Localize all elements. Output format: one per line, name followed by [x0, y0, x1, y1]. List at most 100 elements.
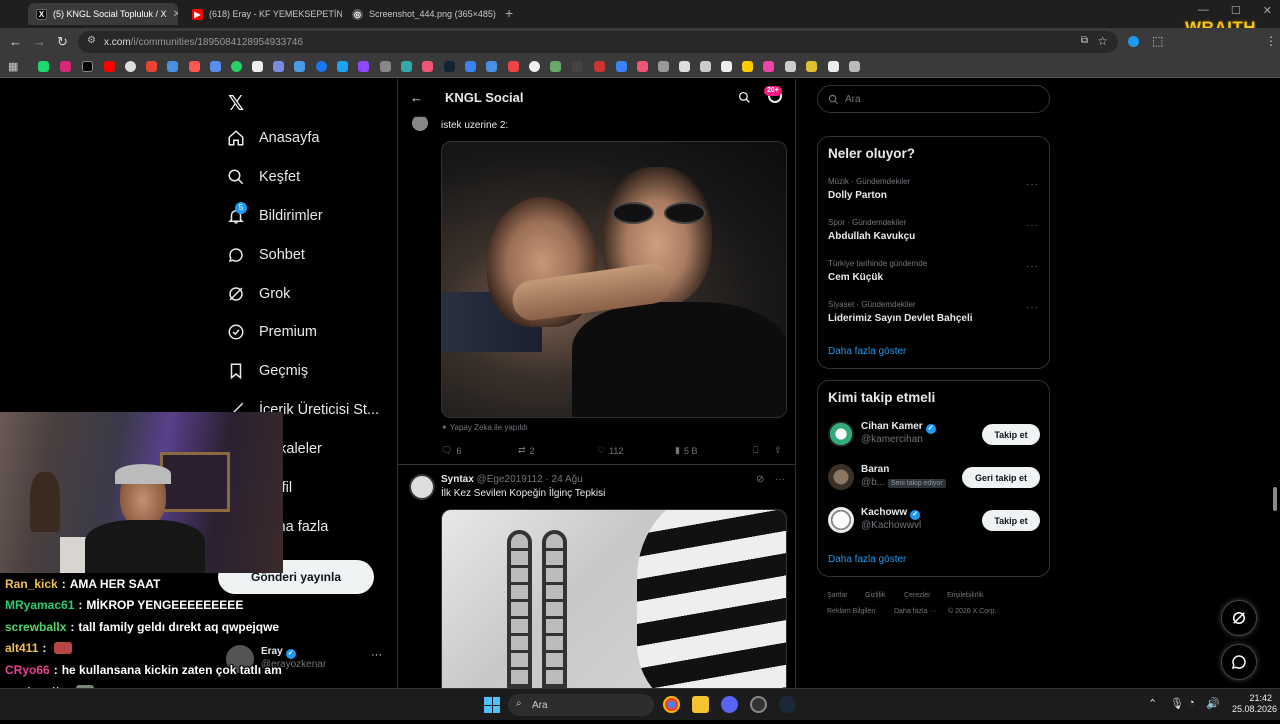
tab-knglsocial[interactable]: X (5) KNGL Social Topluluk / X ✕	[28, 3, 178, 25]
back-icon[interactable]: ←	[9, 34, 22, 49]
follow-button[interactable]: Takip et	[982, 424, 1040, 445]
bookmark-icon[interactable]	[785, 61, 796, 72]
bookmark-icon[interactable]	[658, 61, 669, 72]
post-image[interactable]	[441, 509, 787, 699]
bookmark-icon[interactable]	[210, 61, 221, 72]
sidebar-item-home[interactable]: Anasayfa	[227, 129, 319, 147]
close-tab-icon[interactable]: ✕	[173, 9, 178, 20]
reply-button[interactable]: 🗨6	[441, 445, 461, 456]
sidebar-item-bookmarks[interactable]: Geçmiş	[227, 362, 308, 380]
bookmark-icon[interactable]	[380, 61, 391, 72]
maximize-icon[interactable]: ☐	[1231, 4, 1241, 17]
bookmark-icon[interactable]	[742, 61, 753, 72]
footer-link[interactable]: Gizlilik	[865, 592, 885, 599]
new-tab-button[interactable]: +	[505, 5, 513, 21]
show-more-link[interactable]: Daha fazla göster	[828, 554, 906, 565]
tray-chevron-icon[interactable]: ⌃	[1148, 697, 1157, 710]
discord-icon[interactable]	[721, 696, 738, 713]
minimize-icon[interactable]: —	[1198, 4, 1209, 17]
repost-button[interactable]: ⇄2	[518, 445, 535, 456]
microphone-icon[interactable]: 🎙	[1170, 697, 1184, 710]
footer-link[interactable]: Daha fazla ···	[894, 608, 936, 615]
x-logo-icon[interactable]: 𝕏	[228, 91, 244, 115]
trend-item[interactable]: Türkiye tarihinde gündemdeCem Küçük	[828, 259, 927, 283]
like-button[interactable]: ♡112	[597, 445, 623, 456]
sidebar-item-chat[interactable]: Sohbet	[227, 246, 305, 264]
bookmark-icon[interactable]	[422, 61, 433, 72]
bookmark-icon[interactable]	[529, 61, 540, 72]
search-icon[interactable]	[738, 91, 751, 104]
bookmark-icon[interactable]	[806, 61, 817, 72]
grok-icon[interactable]: ⊘	[756, 474, 764, 485]
menu-icon[interactable]: ⋮	[1265, 34, 1277, 48]
star-icon[interactable]: ☆	[1097, 34, 1108, 48]
forward-icon[interactable]: →	[33, 34, 46, 49]
footer-link[interactable]: Erişilebilirlik	[947, 592, 984, 599]
apps-grid-icon[interactable]: ▦	[8, 60, 18, 73]
sidebar-item-premium[interactable]: Premium	[227, 323, 317, 341]
bookmark-icon[interactable]	[700, 61, 711, 72]
bookmark-icon[interactable]	[38, 61, 49, 72]
follow-back-button[interactable]: Geri takip et	[962, 467, 1040, 488]
bookmark-icon[interactable]	[763, 61, 774, 72]
avatar[interactable]	[409, 474, 435, 500]
bookmark-icon[interactable]: ⎕	[753, 445, 758, 456]
url-field[interactable]: ⚙ x.com/i/communities/189508412895493374…	[78, 31, 1118, 53]
bookmark-icon[interactable]	[721, 61, 732, 72]
clock[interactable]: 21:42 25.08.2026	[1232, 693, 1272, 715]
more-icon[interactable]: ···	[371, 649, 382, 661]
more-icon[interactable]: ···	[1026, 179, 1039, 190]
post-image[interactable]	[441, 141, 787, 418]
suggested-user[interactable]: Baran @b... Seni takip ediyor Geri takip…	[828, 462, 1040, 494]
volume-icon[interactable]: 🔊	[1206, 697, 1220, 710]
bookmark-icon[interactable]	[273, 61, 284, 72]
show-more-link[interactable]: Daha fazla göster	[828, 346, 906, 357]
follow-button[interactable]: Takip et	[982, 510, 1040, 531]
bookmark-icon[interactable]	[637, 61, 648, 72]
bookmark-icon[interactable]	[444, 61, 455, 72]
page-scrollbar[interactable]	[1273, 487, 1277, 511]
sidebar-item-grok[interactable]: Grok	[227, 285, 290, 303]
bookmark-icon[interactable]	[189, 61, 200, 72]
suggested-user[interactable]: Kachoww✓ @Kachowwvl Takip et	[828, 505, 1040, 537]
extensions-puzzle-icon[interactable]: ⬚	[1152, 34, 1163, 48]
post-more-button[interactable]: ···	[775, 474, 785, 485]
close-window-icon[interactable]: ✕	[1263, 4, 1272, 17]
app-icon[interactable]	[750, 696, 767, 713]
sidebar-item-explore[interactable]: Keşfet	[227, 168, 300, 186]
bookmark-icon[interactable]	[401, 61, 412, 72]
trend-item[interactable]: Müzik · GündemdekilerDolly Parton	[828, 177, 910, 201]
more-icon[interactable]: ···	[1026, 220, 1039, 231]
bookmark-icon[interactable]	[486, 61, 497, 72]
more-icon[interactable]: ···	[1026, 261, 1039, 272]
messages-fab-button[interactable]	[1221, 644, 1257, 680]
sidebar-item-notifications[interactable]: 5 Bildirimler	[227, 207, 323, 225]
views-button[interactable]: ▮5 B	[675, 445, 697, 456]
bookmark-icon[interactable]	[679, 61, 690, 72]
back-arrow-icon[interactable]: ←	[410, 90, 423, 105]
bookmark-icon[interactable]	[316, 61, 327, 72]
grok-fab-button[interactable]	[1221, 600, 1257, 636]
bookmark-icon[interactable]	[508, 61, 519, 72]
trend-item[interactable]: Siyaset · GündemdekilerLiderimiz Sayın D…	[828, 300, 973, 324]
reload-icon[interactable]: ↻	[57, 34, 68, 50]
bookmark-icon[interactable]	[550, 61, 561, 72]
footer-link[interactable]: Reklam Bilgileri	[827, 608, 875, 615]
more-icon[interactable]: ···	[1026, 302, 1039, 313]
tab-screenshot[interactable]: ◎ Screenshot_444.png (365×485) ✕	[344, 3, 502, 25]
bookmark-icon[interactable]	[337, 61, 348, 72]
avatar[interactable]	[412, 115, 428, 131]
site-info-icon[interactable]: ⚙	[87, 35, 96, 46]
wifi-icon[interactable]: ◔	[1188, 697, 1195, 709]
bookmark-icon[interactable]	[616, 61, 627, 72]
share-icon[interactable]: ⇪	[774, 445, 782, 456]
install-icon[interactable]: ⧉	[1081, 35, 1088, 46]
chrome-icon[interactable]	[663, 696, 680, 713]
bookmark-icon[interactable]	[231, 61, 242, 72]
bookmark-icon[interactable]	[828, 61, 839, 72]
taskbar-search[interactable]: ⌕ Ara	[508, 694, 654, 716]
bookmark-icon[interactable]	[167, 61, 178, 72]
search-input[interactable]: Ara	[817, 85, 1050, 113]
tab-youtube[interactable]: ▶ (618) Eray - KF YEMEKSEPETİNİ ✕	[184, 3, 342, 25]
trend-item[interactable]: Spor · GündemdekilerAbdullah Kavukçu	[828, 218, 915, 242]
